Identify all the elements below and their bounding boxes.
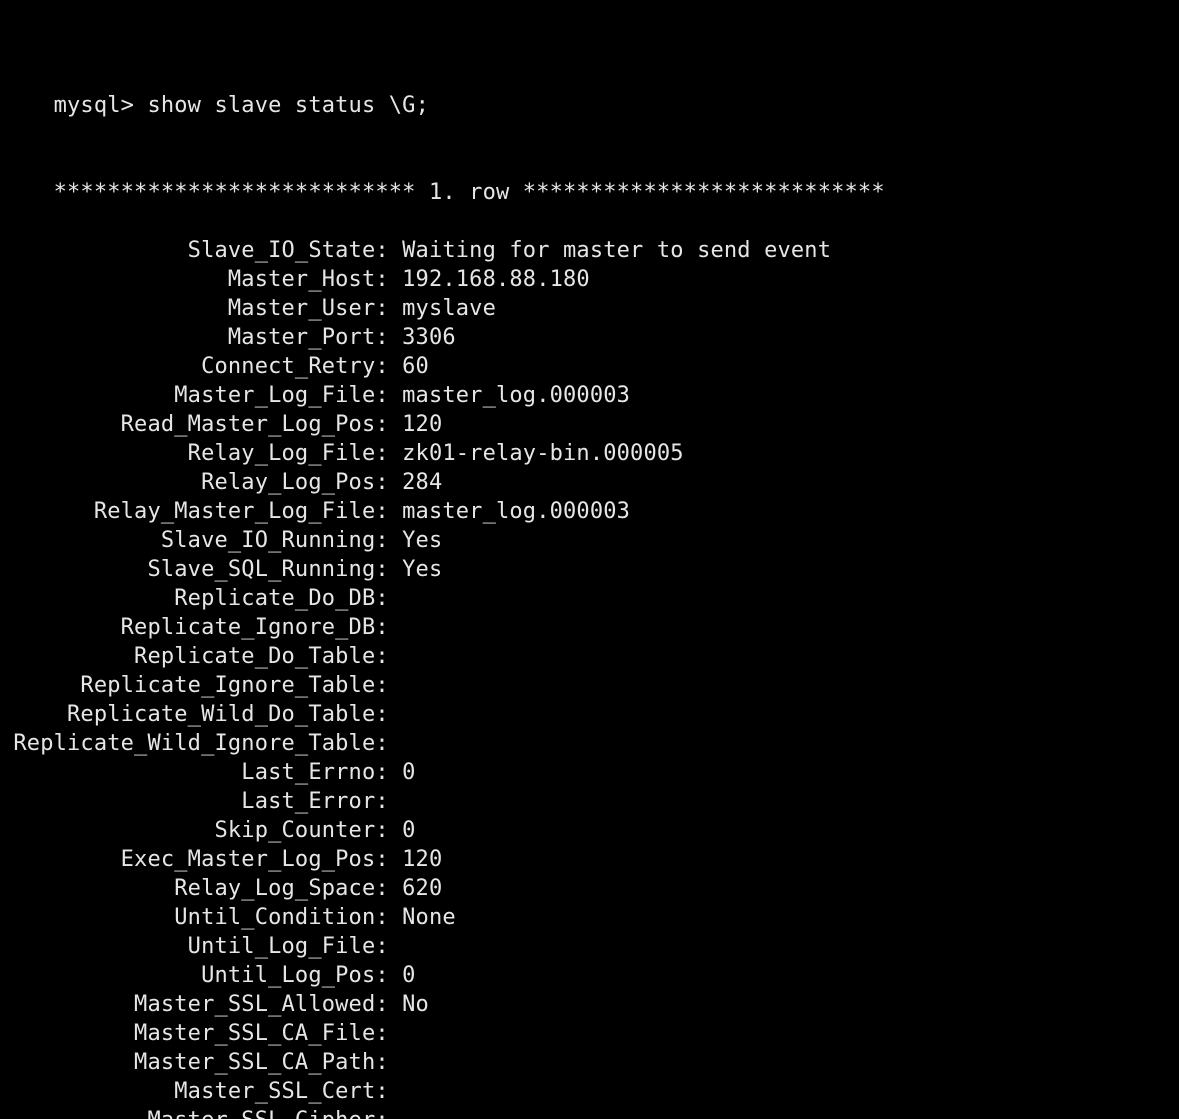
- status-row-label: Replicate_Ignore_Table:: [0, 673, 389, 698]
- status-row-value: [389, 1050, 402, 1075]
- status-row: Replicate_Do_DB:: [0, 584, 1179, 613]
- status-row-value: [389, 586, 402, 611]
- status-row-value: [389, 1021, 402, 1046]
- status-row-value: 60: [388, 354, 429, 379]
- status-row-value: master_log.000003: [388, 383, 631, 408]
- status-row: Slave_IO_Running: Yes: [0, 526, 1179, 555]
- status-row: Replicate_Wild_Do_Table:: [0, 700, 1179, 729]
- status-row: Connect_Retry: 60: [0, 352, 1179, 381]
- status-row: Skip_Counter: 0: [0, 816, 1179, 845]
- status-row-value: 192.168.88.180: [388, 267, 590, 292]
- status-row: Relay_Log_Space: 620: [0, 874, 1179, 903]
- status-field-list: Slave_IO_State: Waiting for master to se…: [0, 236, 1179, 1119]
- status-row-label: Replicate_Ignore_DB:: [0, 615, 389, 640]
- status-row-label: Slave_SQL_Running:: [0, 557, 389, 582]
- status-row: Slave_SQL_Running: Yes: [0, 555, 1179, 584]
- status-row-value: 0: [388, 760, 416, 785]
- status-row: Master_SSL_Cert:: [0, 1077, 1179, 1106]
- status-row-label: Relay_Log_Space:: [0, 876, 389, 901]
- status-row-value: Yes: [388, 528, 443, 553]
- status-row-label: Master_SSL_Cipher:: [0, 1108, 389, 1119]
- status-row-value: None: [388, 905, 456, 930]
- status-row-label: Slave_IO_State:: [0, 238, 389, 263]
- status-row-value: [389, 1108, 402, 1119]
- status-row-label: Until_Log_Pos:: [0, 963, 389, 988]
- command-prompt-line: mysql> show slave status \G;: [0, 62, 1179, 118]
- status-row-label: Relay_Log_File:: [0, 441, 389, 466]
- status-row: Master_SSL_Allowed: No: [0, 990, 1179, 1019]
- status-row: Relay_Master_Log_File: master_log.000003: [0, 497, 1179, 526]
- row-separator-text: *************************** 1. row *****…: [53, 180, 885, 205]
- status-row-value: Yes: [388, 557, 443, 582]
- status-row-value: [389, 644, 402, 669]
- status-row: Replicate_Wild_Ignore_Table:: [0, 729, 1179, 758]
- status-row-label: Master_SSL_CA_File:: [0, 1021, 389, 1046]
- status-row-value: 0: [388, 963, 416, 988]
- status-row-label: Read_Master_Log_Pos:: [0, 412, 389, 437]
- status-row: Exec_Master_Log_Pos: 120: [0, 845, 1179, 874]
- status-row: Master_SSL_Cipher:: [0, 1106, 1179, 1119]
- status-row-value: 0: [388, 818, 416, 843]
- status-row: Relay_Log_File: zk01-relay-bin.000005: [0, 439, 1179, 468]
- status-row: Last_Errno: 0: [0, 758, 1179, 787]
- status-row-value: [389, 702, 402, 727]
- status-row: Master_User: myslave: [0, 294, 1179, 323]
- status-row-label: Master_Host:: [0, 267, 389, 292]
- row-separator-line: *************************** 1. row *****…: [0, 149, 1179, 205]
- status-row: Master_Port: 3306: [0, 323, 1179, 352]
- status-row: Replicate_Ignore_DB:: [0, 613, 1179, 642]
- status-row-value: 284: [388, 470, 443, 495]
- status-row-label: Exec_Master_Log_Pos:: [0, 847, 389, 872]
- status-row-label: Skip_Counter:: [0, 818, 389, 843]
- status-row-label: Connect_Retry:: [0, 354, 389, 379]
- status-row-label: Replicate_Do_Table:: [0, 644, 389, 669]
- status-row-value: [389, 731, 402, 756]
- status-row-label: Master_Port:: [0, 325, 389, 350]
- status-row-value: master_log.000003: [388, 499, 631, 524]
- status-row-value: 3306: [388, 325, 456, 350]
- status-row-label: Replicate_Wild_Ignore_Table:: [0, 731, 389, 756]
- status-row: Relay_Log_Pos: 284: [0, 468, 1179, 497]
- status-row-label: Replicate_Do_DB:: [0, 586, 389, 611]
- status-row-label: Master_SSL_Cert:: [0, 1079, 389, 1104]
- status-row-label: Replicate_Wild_Do_Table:: [0, 702, 389, 727]
- status-row-value: 620: [388, 876, 443, 901]
- status-row: Last_Error:: [0, 787, 1179, 816]
- status-row-value: myslave: [388, 296, 496, 321]
- status-row-label: Master_User:: [0, 296, 389, 321]
- status-row: Until_Condition: None: [0, 903, 1179, 932]
- status-row-label: Last_Error:: [0, 789, 389, 814]
- status-row-value: [389, 934, 402, 959]
- status-row-value: Waiting for master to send event: [388, 238, 832, 263]
- status-row: Master_Host: 192.168.88.180: [0, 265, 1179, 294]
- status-row-label: Relay_Log_Pos:: [0, 470, 389, 495]
- status-row-value: 120: [388, 847, 443, 872]
- status-row: Until_Log_Pos: 0: [0, 961, 1179, 990]
- status-row-label: Slave_IO_Running:: [0, 528, 389, 553]
- status-row-label: Relay_Master_Log_File:: [0, 499, 389, 524]
- status-row: Until_Log_File:: [0, 932, 1179, 961]
- status-row-value: [389, 615, 402, 640]
- status-row-label: Until_Log_File:: [0, 934, 389, 959]
- status-row-value: [389, 789, 402, 814]
- status-row-value: No: [388, 992, 429, 1017]
- status-row-label: Master_SSL_Allowed:: [0, 992, 389, 1017]
- status-row: Master_SSL_CA_Path:: [0, 1048, 1179, 1077]
- status-row: Replicate_Do_Table:: [0, 642, 1179, 671]
- status-row: Slave_IO_State: Waiting for master to se…: [0, 236, 1179, 265]
- status-row: Read_Master_Log_Pos: 120: [0, 410, 1179, 439]
- status-row-value: [389, 1079, 402, 1104]
- command-text: mysql> show slave status \G;: [53, 93, 429, 118]
- status-row-label: Master_Log_File:: [0, 383, 389, 408]
- status-row: Master_SSL_CA_File:: [0, 1019, 1179, 1048]
- status-row-label: Master_SSL_CA_Path:: [0, 1050, 389, 1075]
- status-row-value: 120: [388, 412, 443, 437]
- status-row-value: zk01-relay-bin.000005: [388, 441, 684, 466]
- status-row-label: Until_Condition:: [0, 905, 389, 930]
- terminal-screen[interactable]: mysql> show slave status \G; ***********…: [0, 0, 1179, 1119]
- status-row-value: [389, 673, 402, 698]
- status-row: Master_Log_File: master_log.000003: [0, 381, 1179, 410]
- status-row-label: Last_Errno:: [0, 760, 389, 785]
- status-row: Replicate_Ignore_Table:: [0, 671, 1179, 700]
